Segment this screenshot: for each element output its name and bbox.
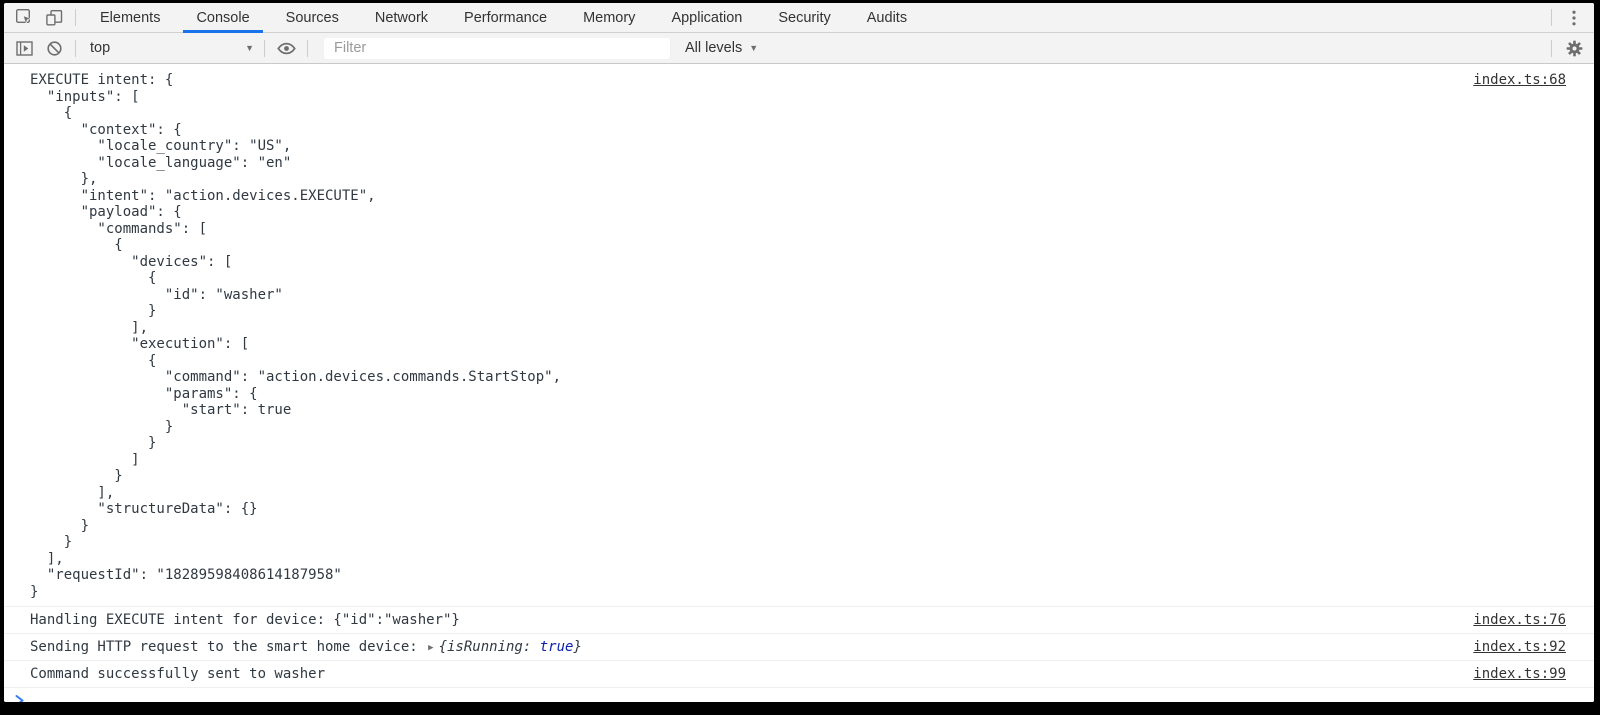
main-menu-button[interactable]	[1559, 5, 1589, 31]
divider	[1551, 9, 1552, 26]
clear-console-button[interactable]	[39, 35, 69, 61]
log-text: Command successfully sent to washer	[30, 666, 1473, 683]
source-link[interactable]: index.ts:92	[1473, 639, 1566, 656]
console-sidebar-toggle-button[interactable]	[9, 35, 39, 61]
object-preview-open: {isRunning:	[439, 639, 540, 655]
clear-console-icon	[45, 39, 64, 58]
filter-input[interactable]	[324, 38, 670, 59]
divider	[307, 40, 308, 57]
divider	[1551, 40, 1552, 57]
log-text: Sending HTTP request to the smart home d…	[30, 639, 1473, 657]
kebab-menu-icon	[1566, 9, 1582, 27]
tab-network[interactable]: Network	[362, 3, 441, 33]
console-toolbar: top ▼ All levels ▼	[4, 33, 1594, 64]
devtools-tabbar: Elements Console Sources Network Perform…	[4, 3, 1594, 33]
console-entry-sending: Sending HTTP request to the smart home d…	[4, 634, 1594, 662]
log-text-prefix: Sending HTTP request to the smart home d…	[30, 639, 426, 655]
sidebar-panel-icon	[15, 39, 34, 58]
console-prompt[interactable]	[4, 688, 1594, 703]
execution-context-selector[interactable]: top ▼	[86, 36, 258, 60]
tab-audits[interactable]: Audits	[854, 3, 920, 33]
tab-console[interactable]: Console	[183, 3, 262, 33]
chevron-down-icon: ▼	[749, 43, 758, 53]
device-toolbar-button[interactable]	[39, 5, 69, 31]
live-expression-button[interactable]	[271, 35, 301, 61]
expand-triangle-icon[interactable]: ▶	[428, 643, 433, 653]
console-messages: EXECUTE intent: { "inputs": [ { "context…	[4, 64, 1594, 702]
tab-sources[interactable]: Sources	[273, 3, 352, 33]
tab-performance[interactable]: Performance	[451, 3, 560, 33]
settings-button[interactable]	[1559, 35, 1589, 61]
tab-elements[interactable]: Elements	[87, 3, 173, 33]
log-level-label: All levels	[685, 40, 742, 56]
tab-memory[interactable]: Memory	[570, 3, 648, 33]
devtools-window: Elements Console Sources Network Perform…	[4, 3, 1594, 702]
object-preview-value: true	[540, 639, 574, 655]
object-preview-close: }	[573, 639, 581, 655]
source-link[interactable]: index.ts:99	[1473, 666, 1566, 683]
source-link[interactable]: index.ts:68	[1473, 72, 1566, 89]
source-link[interactable]: index.ts:76	[1473, 612, 1566, 629]
eye-icon	[276, 39, 297, 58]
chevron-down-icon: ▼	[245, 43, 254, 53]
divider	[75, 40, 76, 57]
object-preview: {isRunning: true}	[439, 639, 582, 655]
gear-icon	[1565, 39, 1584, 58]
inspect-cursor-icon	[15, 8, 34, 27]
console-entry-execute-intent: EXECUTE intent: { "inputs": [ { "context…	[4, 64, 1594, 607]
device-toolbar-icon	[45, 8, 64, 27]
divider	[264, 40, 265, 57]
context-label: top	[90, 40, 110, 56]
prompt-chevron-icon	[15, 694, 25, 702]
divider	[75, 9, 76, 26]
tab-security[interactable]: Security	[765, 3, 843, 33]
log-text: Handling EXECUTE intent for device: {"id…	[30, 612, 1473, 629]
log-level-dropdown[interactable]: All levels ▼	[685, 36, 758, 60]
tab-application[interactable]: Application	[658, 3, 755, 33]
console-entry-command-sent: Command successfully sent to washer inde…	[4, 661, 1594, 688]
console-entry-handling: Handling EXECUTE intent for device: {"id…	[4, 607, 1594, 634]
log-text: EXECUTE intent: { "inputs": [ { "context…	[30, 72, 1473, 600]
inspect-element-button[interactable]	[9, 5, 39, 31]
